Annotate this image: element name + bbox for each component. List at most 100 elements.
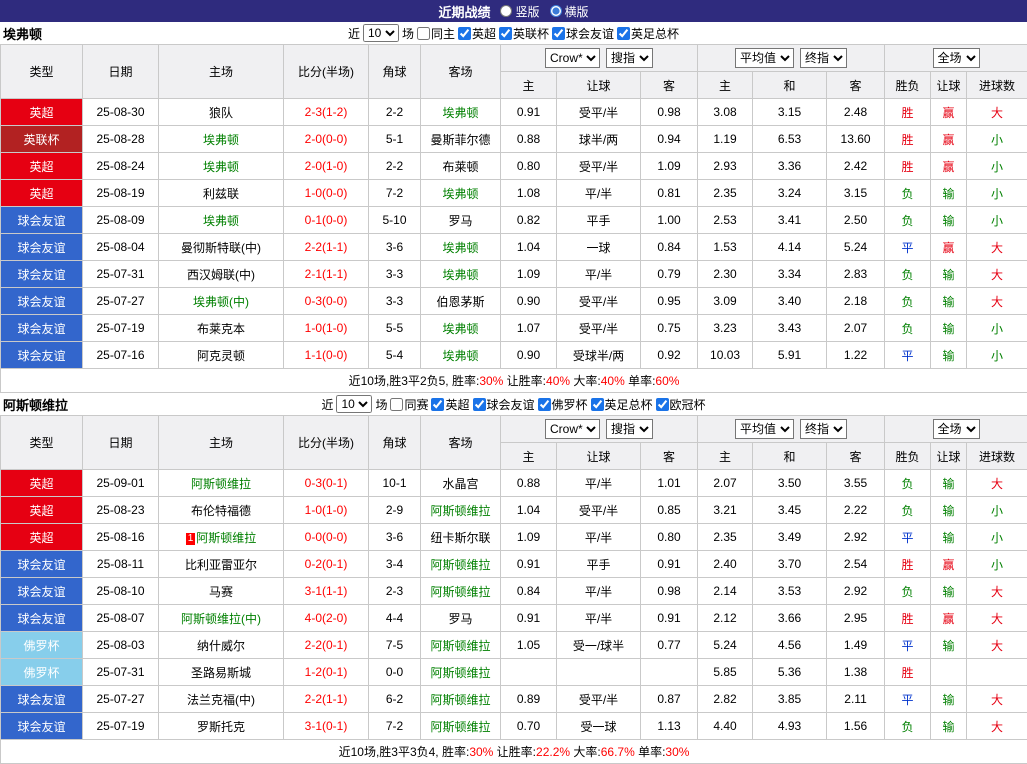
away-team[interactable]: 阿斯顿维拉 bbox=[421, 632, 501, 659]
filter-option-4[interactable]: 欧冠杯 bbox=[656, 396, 706, 413]
match-scope-select[interactable]: 全场 bbox=[933, 419, 980, 439]
handicap-index-select[interactable]: 搜指 bbox=[606, 419, 653, 439]
filter-checkbox[interactable] bbox=[538, 398, 551, 411]
away-team[interactable]: 纽卡斯尔联 bbox=[421, 524, 501, 551]
filter-option-1[interactable]: 球会友谊 bbox=[473, 396, 535, 413]
away-team[interactable]: 水晶宫 bbox=[421, 470, 501, 497]
home-team[interactable]: 1阿斯顿维拉 bbox=[159, 524, 284, 551]
away-team[interactable]: 埃弗顿 bbox=[421, 261, 501, 288]
score[interactable]: 2-0(0-0) bbox=[284, 126, 369, 153]
away-team[interactable]: 阿斯顿维拉 bbox=[421, 551, 501, 578]
away-team[interactable]: 布莱顿 bbox=[421, 153, 501, 180]
filter-option-0[interactable]: 英超 bbox=[431, 396, 469, 413]
home-team[interactable]: 西汉姆联(中) bbox=[159, 261, 284, 288]
filter-checkbox[interactable] bbox=[552, 27, 565, 40]
home-team[interactable]: 比利亚雷亚尔 bbox=[159, 551, 284, 578]
score[interactable]: 2-2(1-1) bbox=[284, 234, 369, 261]
filter-checkbox[interactable] bbox=[499, 27, 512, 40]
filter-checkbox[interactable] bbox=[617, 27, 630, 40]
final-index-select[interactable]: 终指 bbox=[800, 48, 847, 68]
away-team[interactable]: 埃弗顿 bbox=[421, 315, 501, 342]
score[interactable]: 1-0(1-0) bbox=[284, 497, 369, 524]
filter-checkbox[interactable] bbox=[431, 398, 444, 411]
filter-checkbox[interactable] bbox=[656, 398, 669, 411]
score[interactable]: 1-0(1-0) bbox=[284, 315, 369, 342]
score[interactable]: 1-1(0-0) bbox=[284, 342, 369, 369]
score[interactable]: 0-3(0-1) bbox=[284, 470, 369, 497]
home-team[interactable]: 布莱克本 bbox=[159, 315, 284, 342]
score[interactable]: 1-0(0-0) bbox=[284, 180, 369, 207]
away-team[interactable]: 阿斯顿维拉 bbox=[421, 659, 501, 686]
average-select[interactable]: 平均值 bbox=[735, 419, 794, 439]
filter-checkbox[interactable] bbox=[458, 27, 471, 40]
away-team[interactable]: 阿斯顿维拉 bbox=[421, 578, 501, 605]
score[interactable]: 0-3(0-0) bbox=[284, 288, 369, 315]
filter-option-2[interactable]: 佛罗杯 bbox=[538, 396, 588, 413]
score[interactable]: 3-1(0-1) bbox=[284, 713, 369, 740]
score[interactable]: 2-2(0-1) bbox=[284, 632, 369, 659]
filter-checkbox[interactable] bbox=[473, 398, 486, 411]
score[interactable]: 0-1(0-0) bbox=[284, 207, 369, 234]
filter-checkbox[interactable] bbox=[390, 398, 403, 411]
recent-count-select[interactable]: 10 bbox=[336, 395, 372, 413]
home-team[interactable]: 布伦特福德 bbox=[159, 497, 284, 524]
score[interactable]: 4-0(2-0) bbox=[284, 605, 369, 632]
home-team[interactable]: 埃弗顿 bbox=[159, 153, 284, 180]
home-team[interactable]: 利兹联 bbox=[159, 180, 284, 207]
score[interactable]: 2-0(1-0) bbox=[284, 153, 369, 180]
away-team[interactable]: 埃弗顿 bbox=[421, 342, 501, 369]
filter-option-1[interactable]: 英联杯 bbox=[499, 25, 549, 42]
home-team[interactable]: 埃弗顿 bbox=[159, 207, 284, 234]
odds-company-select[interactable]: Crow* bbox=[545, 419, 600, 439]
home-team[interactable]: 圣路易斯城 bbox=[159, 659, 284, 686]
layout-option-horizontal[interactable]: 横版 bbox=[550, 3, 589, 20]
home-team[interactable]: 埃弗顿(中) bbox=[159, 288, 284, 315]
filter-option-0[interactable]: 英超 bbox=[458, 25, 496, 42]
home-team[interactable]: 阿斯顿维拉(中) bbox=[159, 605, 284, 632]
score[interactable]: 3-1(1-1) bbox=[284, 578, 369, 605]
score[interactable]: 0-0(0-0) bbox=[284, 524, 369, 551]
home-team[interactable]: 马赛 bbox=[159, 578, 284, 605]
filter-option-unchecked-0[interactable]: 同主 bbox=[417, 25, 455, 42]
col-home: 主场 bbox=[159, 416, 284, 470]
filter-checkbox[interactable] bbox=[417, 27, 430, 40]
home-team[interactable]: 纳什威尔 bbox=[159, 632, 284, 659]
score[interactable]: 1-2(0-1) bbox=[284, 659, 369, 686]
away-team[interactable]: 阿斯顿维拉 bbox=[421, 713, 501, 740]
away-team[interactable]: 埃弗顿 bbox=[421, 234, 501, 261]
average-select[interactable]: 平均值 bbox=[735, 48, 794, 68]
away-team[interactable]: 阿斯顿维拉 bbox=[421, 497, 501, 524]
away-team[interactable]: 埃弗顿 bbox=[421, 99, 501, 126]
match-scope-select[interactable]: 全场 bbox=[933, 48, 980, 68]
recent-count-select[interactable]: 10 bbox=[363, 24, 399, 42]
filter-option-2[interactable]: 球会友谊 bbox=[552, 25, 614, 42]
filter-checkbox[interactable] bbox=[591, 398, 604, 411]
filter-option-unchecked-0[interactable]: 同赛 bbox=[390, 396, 428, 413]
away-team[interactable]: 伯恩茅斯 bbox=[421, 288, 501, 315]
radio-horizontal[interactable] bbox=[550, 5, 562, 17]
layout-option-vertical[interactable]: 竖版 bbox=[500, 3, 539, 20]
home-team[interactable]: 阿克灵顿 bbox=[159, 342, 284, 369]
away-team[interactable]: 埃弗顿 bbox=[421, 180, 501, 207]
away-team[interactable]: 罗马 bbox=[421, 605, 501, 632]
score[interactable]: 2-3(1-2) bbox=[284, 99, 369, 126]
home-team[interactable]: 曼彻斯特联(中) bbox=[159, 234, 284, 261]
filter-option-3[interactable]: 英足总杯 bbox=[617, 25, 679, 42]
handicap-index-select[interactable]: 搜指 bbox=[606, 48, 653, 68]
home-team[interactable]: 法兰克福(中) bbox=[159, 686, 284, 713]
home-team[interactable]: 埃弗顿 bbox=[159, 126, 284, 153]
home-team[interactable]: 罗斯托克 bbox=[159, 713, 284, 740]
subcol-handicap-result: 让球 bbox=[931, 443, 967, 470]
score[interactable]: 0-2(0-1) bbox=[284, 551, 369, 578]
odds-company-select[interactable]: Crow* bbox=[545, 48, 600, 68]
away-team[interactable]: 罗马 bbox=[421, 207, 501, 234]
score[interactable]: 2-1(1-1) bbox=[284, 261, 369, 288]
home-team[interactable]: 阿斯顿维拉 bbox=[159, 470, 284, 497]
away-team[interactable]: 阿斯顿维拉 bbox=[421, 686, 501, 713]
filter-option-3[interactable]: 英足总杯 bbox=[591, 396, 653, 413]
radio-vertical[interactable] bbox=[500, 5, 512, 17]
home-team[interactable]: 狼队 bbox=[159, 99, 284, 126]
final-index-select[interactable]: 终指 bbox=[800, 419, 847, 439]
score[interactable]: 2-2(1-1) bbox=[284, 686, 369, 713]
away-team[interactable]: 曼斯菲尔德 bbox=[421, 126, 501, 153]
